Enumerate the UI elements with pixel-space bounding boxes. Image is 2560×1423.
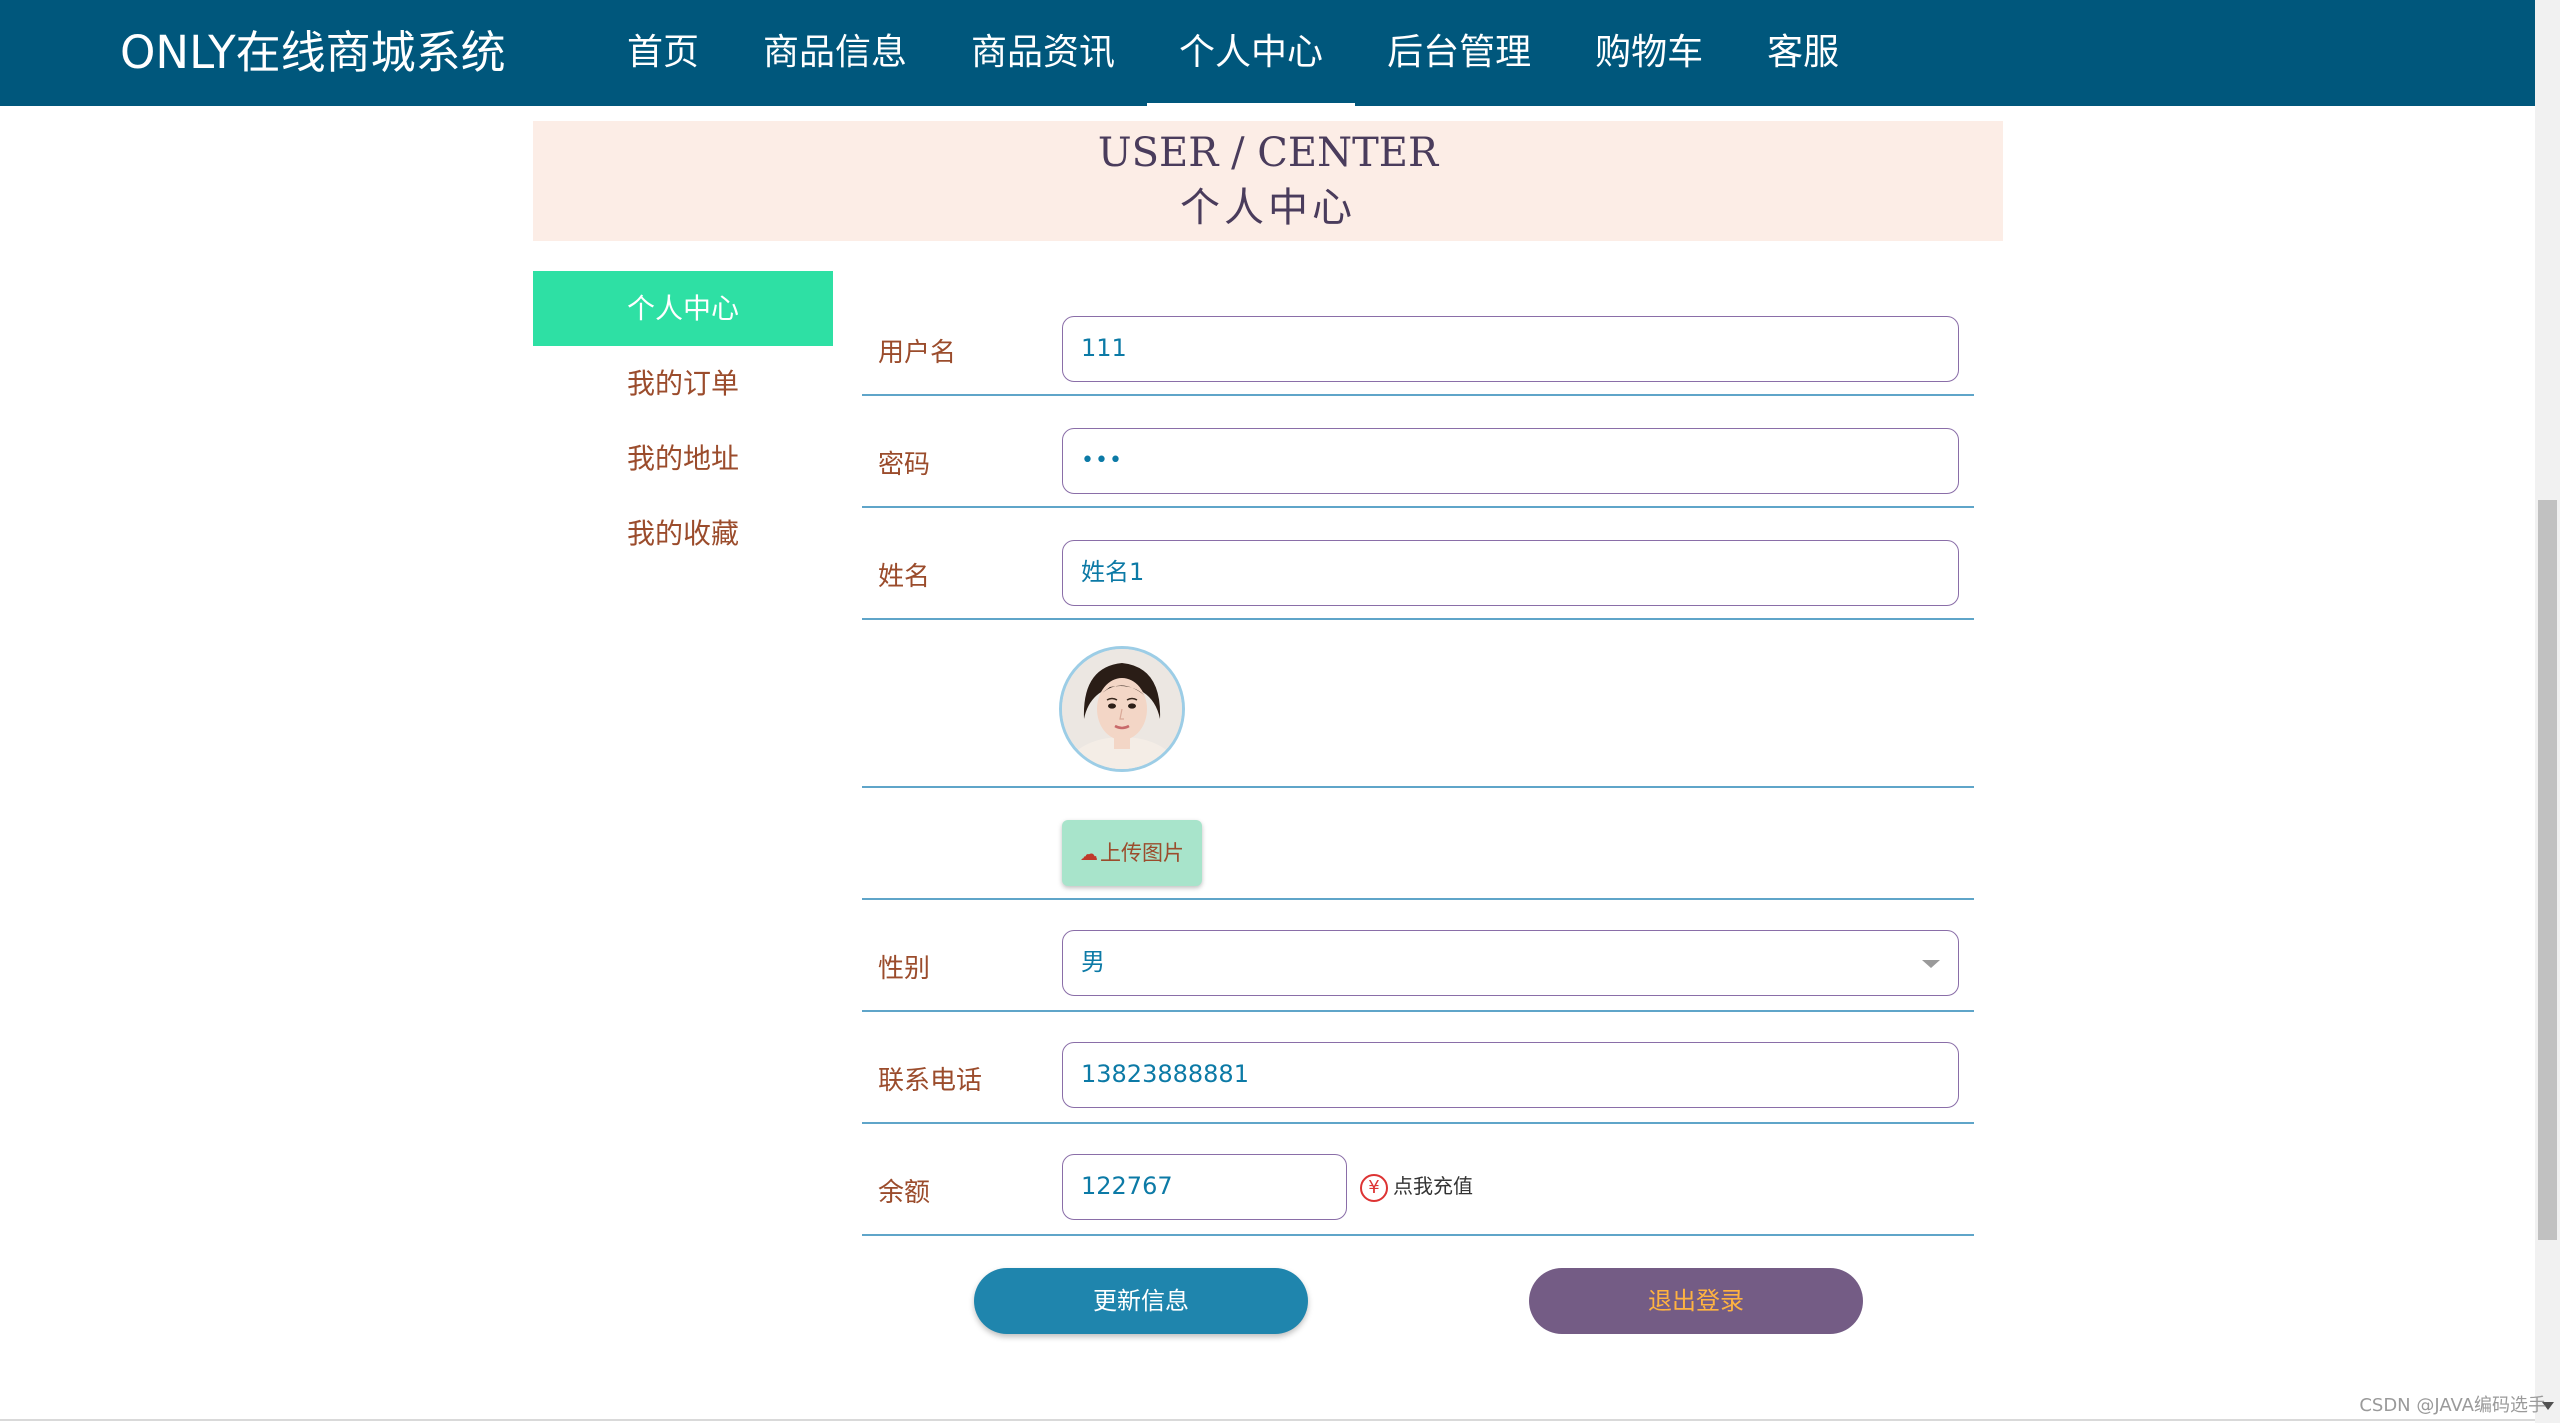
scrollbar-thumb[interactable] — [2538, 500, 2557, 1240]
gender-label: 性别 — [878, 954, 931, 984]
top-navbar: ONLY在线商城系统 首页 商品信息 商品资讯 个人中心 后台管理 购物车 客服 — [0, 0, 2535, 106]
form-row-password: 密码 ••• — [862, 396, 1974, 508]
nav-item-cart[interactable]: 购物车 — [1563, 0, 1735, 106]
brand-title[interactable]: ONLY在线商城系统 — [120, 24, 506, 82]
password-label: 密码 — [878, 450, 931, 480]
form-row-upload: ☁上传图片 — [862, 788, 1974, 900]
name-input[interactable]: 姓名1 — [1062, 540, 1959, 606]
sidebar-item-my-address[interactable]: 我的地址 — [533, 421, 833, 496]
avatar-photo-icon — [1062, 649, 1182, 769]
username-input[interactable]: 111 — [1062, 316, 1959, 382]
username-label: 用户名 — [878, 338, 957, 368]
nav-item-news[interactable]: 商品资讯 — [939, 0, 1147, 106]
nav-item-products[interactable]: 商品信息 — [731, 0, 939, 106]
nav-item-home[interactable]: 首页 — [595, 0, 731, 106]
password-input[interactable]: ••• — [1062, 428, 1959, 494]
sidebar-item-user-center[interactable]: 个人中心 — [533, 271, 833, 346]
form-row-username: 用户名 111 — [862, 282, 1974, 396]
yen-icon: ¥ — [1360, 1173, 1388, 1202]
nav-item-admin[interactable]: 后台管理 — [1355, 0, 1563, 106]
recharge-label: 点我充值 — [1393, 1174, 1473, 1198]
sidebar-item-my-orders[interactable]: 我的订单 — [533, 346, 833, 421]
phone-label: 联系电话 — [878, 1066, 983, 1096]
form-row-phone: 联系电话 13823888881 — [862, 1012, 1974, 1124]
avatar — [1059, 646, 1185, 772]
name-label: 姓名 — [878, 562, 931, 592]
gender-select[interactable]: 男 — [1062, 930, 1959, 996]
gender-selected-value: 男 — [1081, 948, 1105, 976]
form-row-balance: 余额 122767 ¥ 点我充值 — [862, 1124, 1974, 1236]
update-info-button[interactable]: 更新信息 — [974, 1268, 1308, 1334]
nav-item-service[interactable]: 客服 — [1735, 0, 1871, 106]
chevron-down-icon — [1922, 960, 1940, 968]
main-nav: 首页 商品信息 商品资讯 个人中心 后台管理 购物车 客服 — [595, 0, 1871, 106]
phone-input[interactable]: 13823888881 — [1062, 1042, 1959, 1108]
logout-button[interactable]: 退出登录 — [1529, 1268, 1863, 1334]
watermark: CSDN @JAVA编码选手 — [2359, 1395, 2546, 1416]
balance-input[interactable]: 122767 — [1062, 1154, 1347, 1220]
bottom-divider — [0, 1419, 2535, 1421]
page-scrollbar[interactable] — [2535, 0, 2560, 1423]
profile-form: 用户名 111 密码 ••• 姓名 姓名1 ☁上传图片 性别 男 联系电话 13… — [862, 282, 1974, 1236]
upload-image-button[interactable]: ☁上传图片 — [1062, 820, 1202, 886]
sidebar-item-my-favorites[interactable]: 我的收藏 — [533, 496, 833, 571]
form-row-gender: 性别 男 — [862, 900, 1974, 1012]
banner-title-cn: 个人中心 — [1180, 185, 1356, 231]
balance-label: 余额 — [878, 1178, 931, 1208]
user-sidebar: 个人中心 我的订单 我的地址 我的收藏 — [533, 271, 833, 571]
banner-title-en: USER / CENTER — [1097, 130, 1439, 176]
upload-image-label: 上传图片 — [1100, 841, 1184, 865]
recharge-link[interactable]: ¥ 点我充值 — [1360, 1170, 1473, 1202]
form-row-name: 姓名 姓名1 — [862, 508, 1974, 620]
form-row-avatar — [862, 620, 1974, 788]
cloud-upload-icon: ☁ — [1080, 844, 1098, 865]
page-banner: USER / CENTER 个人中心 — [533, 121, 2003, 241]
nav-item-user-center[interactable]: 个人中心 — [1147, 0, 1356, 106]
